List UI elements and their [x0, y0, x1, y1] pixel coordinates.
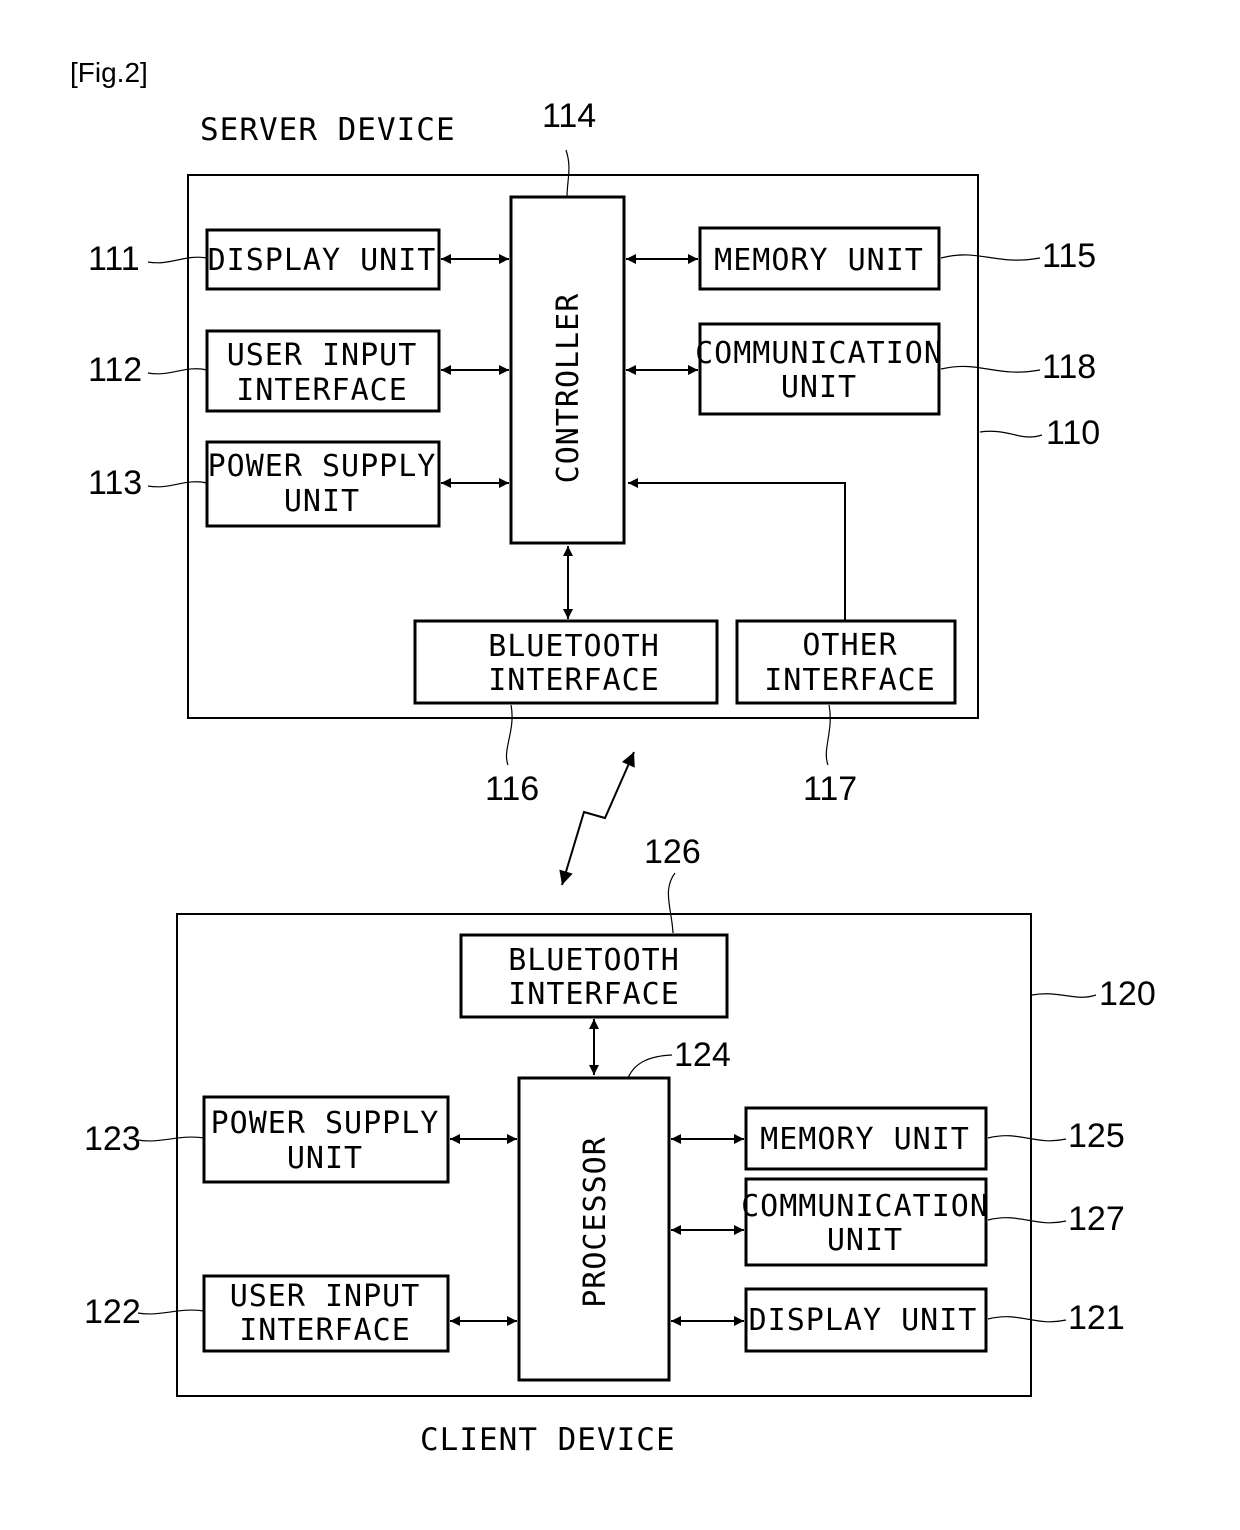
server-device: SERVER DEVICE 110 CONTROLLER 114 DISPLAY… — [88, 97, 1100, 808]
server-memory-ref: 115 — [1042, 237, 1096, 275]
client-user-input-label-1: USER INPUT — [230, 1279, 421, 1314]
client-communication-label-1: COMMUNICATION — [741, 1189, 989, 1224]
server-communication-unit: COMMUNICATION UNIT 118 — [626, 322, 1096, 416]
client-processor: PROCESSOR 124 — [517, 1036, 731, 1382]
server-bluetooth-ref: 116 — [485, 770, 539, 808]
server-communication-ref: 118 — [1042, 348, 1096, 386]
server-other-label-1: OTHER — [802, 628, 897, 663]
controller-ref: 114 — [542, 97, 596, 135]
server-bluetooth-label-2: INTERFACE — [488, 663, 660, 698]
client-communication-ref: 127 — [1068, 1200, 1125, 1238]
client-user-input-label-2: INTERFACE — [239, 1313, 411, 1348]
server-user-input-label-2: INTERFACE — [236, 373, 408, 408]
arrow-other-controller — [628, 478, 846, 620]
block-diagram: [Fig.2] SERVER DEVICE 110 CONTROLLER 114… — [70, 57, 1156, 1458]
server-memory-unit: MEMORY UNIT 115 — [626, 226, 1096, 291]
wireless-link-icon — [559, 751, 635, 886]
server-ref: 110 — [1046, 414, 1100, 452]
server-power-label-2: UNIT — [284, 484, 360, 519]
client-power-supply-unit: POWER SUPPLY UNIT 123 — [84, 1095, 517, 1184]
processor-ref: 124 — [674, 1036, 731, 1074]
server-power-supply-unit: POWER SUPPLY UNIT 113 — [88, 440, 509, 528]
server-other-label-2: INTERFACE — [764, 663, 936, 698]
client-display-ref: 121 — [1068, 1299, 1125, 1337]
client-display-label: DISPLAY UNIT — [749, 1303, 978, 1338]
server-communication-label-1: COMMUNICATION — [695, 336, 943, 371]
client-bluetooth-label-2: INTERFACE — [508, 977, 680, 1012]
client-communication-unit: COMMUNICATION UNIT 127 — [671, 1177, 1125, 1267]
client-user-input-interface: USER INPUT INTERFACE 122 — [84, 1274, 517, 1353]
server-user-input-interface: USER INPUT INTERFACE 112 — [88, 329, 509, 413]
controller-label: CONTROLLER — [551, 293, 586, 484]
server-display-label: DISPLAY UNIT — [208, 243, 437, 278]
server-controller: CONTROLLER 114 — [509, 97, 626, 545]
server-bluetooth-label-1: BLUETOOTH — [488, 629, 660, 664]
server-power-label-1: POWER SUPPLY — [208, 449, 437, 484]
server-power-ref: 113 — [88, 464, 142, 502]
client-display-unit: DISPLAY UNIT 121 — [671, 1287, 1125, 1353]
client-device: CLIENT DEVICE 120 BLUETOOTH INTERFACE 12… — [84, 833, 1156, 1458]
client-memory-unit: MEMORY UNIT 125 — [671, 1106, 1125, 1171]
server-user-input-label-1: USER INPUT — [227, 338, 418, 373]
server-other-ref: 117 — [803, 770, 857, 808]
server-display-unit: DISPLAY UNIT 111 — [88, 228, 509, 291]
client-bluetooth-ref: 126 — [644, 833, 701, 871]
controller-ref-leader — [565, 149, 570, 198]
server-memory-label: MEMORY UNIT — [714, 243, 924, 278]
client-power-label-2: UNIT — [287, 1141, 363, 1176]
client-bluetooth-label-1: BLUETOOTH — [508, 943, 680, 978]
client-ref-leader — [1031, 993, 1097, 998]
server-user-input-ref: 112 — [88, 351, 142, 389]
client-user-input-ref: 122 — [84, 1293, 141, 1331]
client-power-label-1: POWER SUPPLY — [211, 1106, 440, 1141]
server-communication-label-2: UNIT — [781, 370, 857, 405]
client-power-ref: 123 — [84, 1120, 141, 1158]
client-ref: 120 — [1099, 975, 1156, 1013]
client-memory-ref: 125 — [1068, 1117, 1125, 1155]
server-bluetooth-interface: BLUETOOTH INTERFACE 116 — [413, 546, 719, 808]
server-title: SERVER DEVICE — [200, 112, 456, 148]
client-communication-label-2: UNIT — [827, 1223, 903, 1258]
processor-label: PROCESSOR — [578, 1136, 613, 1308]
client-memory-label: MEMORY UNIT — [760, 1122, 970, 1157]
client-title: CLIENT DEVICE — [420, 1422, 676, 1458]
server-ref-leader — [979, 430, 1043, 438]
figure-label: [Fig.2] — [70, 57, 148, 88]
server-display-ref: 111 — [88, 240, 140, 278]
